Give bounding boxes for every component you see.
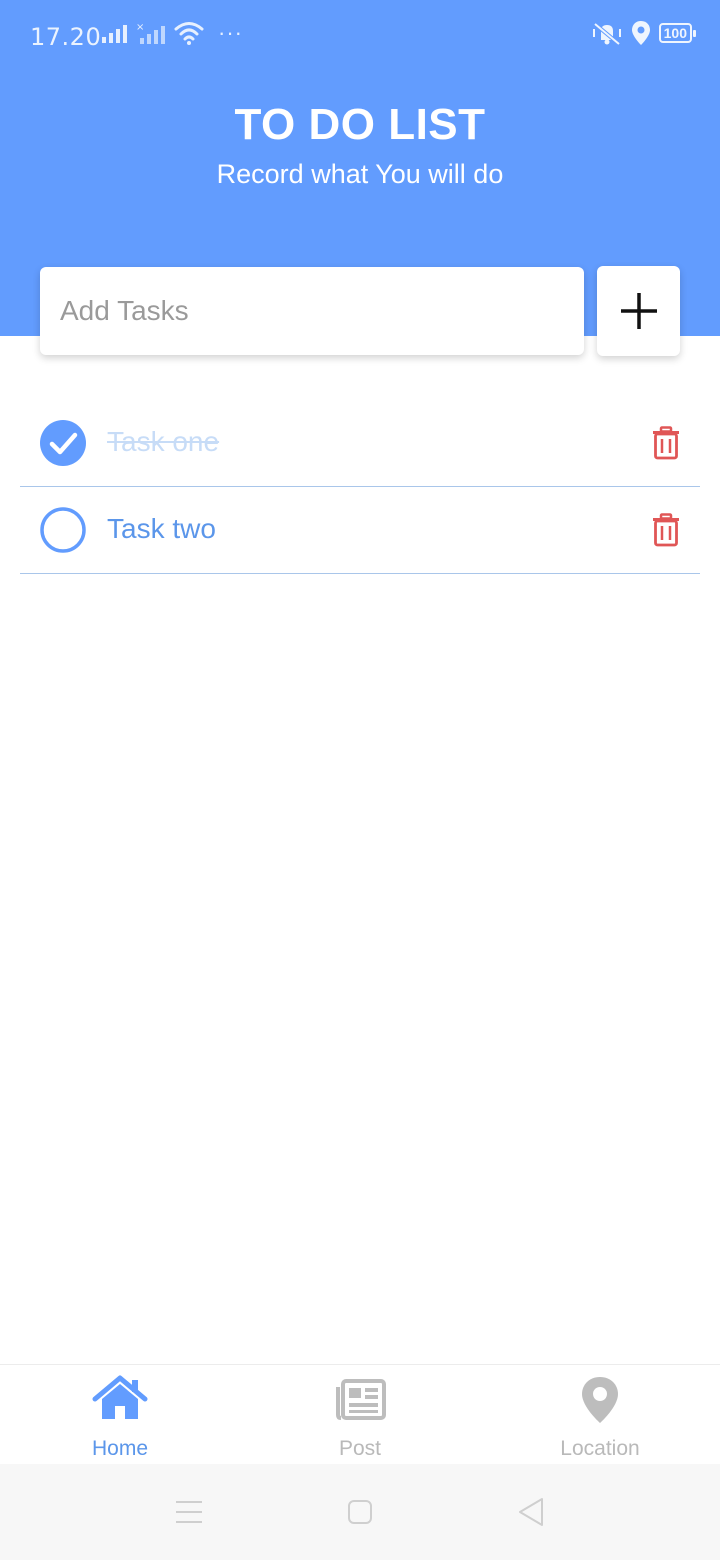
nav-item-home[interactable]: Home — [0, 1365, 240, 1464]
plus-icon — [620, 293, 657, 329]
status-right-icons: 100 — [591, 20, 697, 46]
map-pin-icon — [582, 1377, 618, 1423]
task-label: Task one — [107, 426, 220, 457]
page-subtitle: Record what You will do — [216, 159, 504, 189]
task-row: Task two — [20, 487, 700, 574]
nav-item-post[interactable]: Post — [240, 1365, 480, 1464]
nav-label-location: Location — [560, 1437, 640, 1460]
signal-no-service-icon: × — [136, 22, 165, 44]
home-icon — [92, 1375, 148, 1419]
status-left-icons: × ··· — [100, 20, 243, 46]
back-triangle-icon[interactable] — [517, 1497, 545, 1532]
home-square-icon[interactable] — [347, 1499, 373, 1530]
task-checkbox-unchecked[interactable] — [40, 507, 86, 553]
add-task-button[interactable] — [597, 266, 680, 356]
delete-task-button[interactable] — [652, 513, 680, 547]
wifi-icon — [174, 22, 204, 45]
vibrate-mute-icon — [592, 22, 621, 46]
location-status-icon — [631, 21, 650, 45]
nav-item-location[interactable]: Location — [480, 1365, 720, 1464]
trash-icon — [653, 426, 679, 460]
signal-icon — [102, 25, 127, 43]
newspaper-icon — [336, 1379, 386, 1420]
task-row: Task one — [20, 400, 700, 487]
battery-icon: 100 — [658, 23, 697, 43]
task-checkbox-checked[interactable] — [40, 420, 86, 466]
more-notifications-icon: ··· — [218, 20, 243, 45]
add-task-input[interactable] — [40, 267, 584, 355]
system-nav-bar — [0, 1464, 720, 1560]
nav-label-home: Home — [91, 1437, 149, 1460]
status-time: 17.20 — [30, 23, 102, 51]
status-bar: 17.20 × ··· 100 — [0, 0, 720, 72]
trash-icon — [653, 513, 679, 547]
page-title: TO DO LIST — [234, 100, 486, 149]
delete-task-button[interactable] — [652, 426, 680, 460]
svg-text:×: × — [136, 22, 144, 33]
task-list: Task one Task two — [20, 400, 700, 574]
nav-label-post: Post — [338, 1437, 382, 1460]
empty-circle-icon — [40, 507, 86, 553]
menu-icon[interactable] — [175, 1500, 203, 1529]
check-circle-icon — [40, 420, 86, 466]
task-label: Task two — [107, 513, 216, 544]
bottom-nav: Home Post Location — [0, 1364, 720, 1464]
